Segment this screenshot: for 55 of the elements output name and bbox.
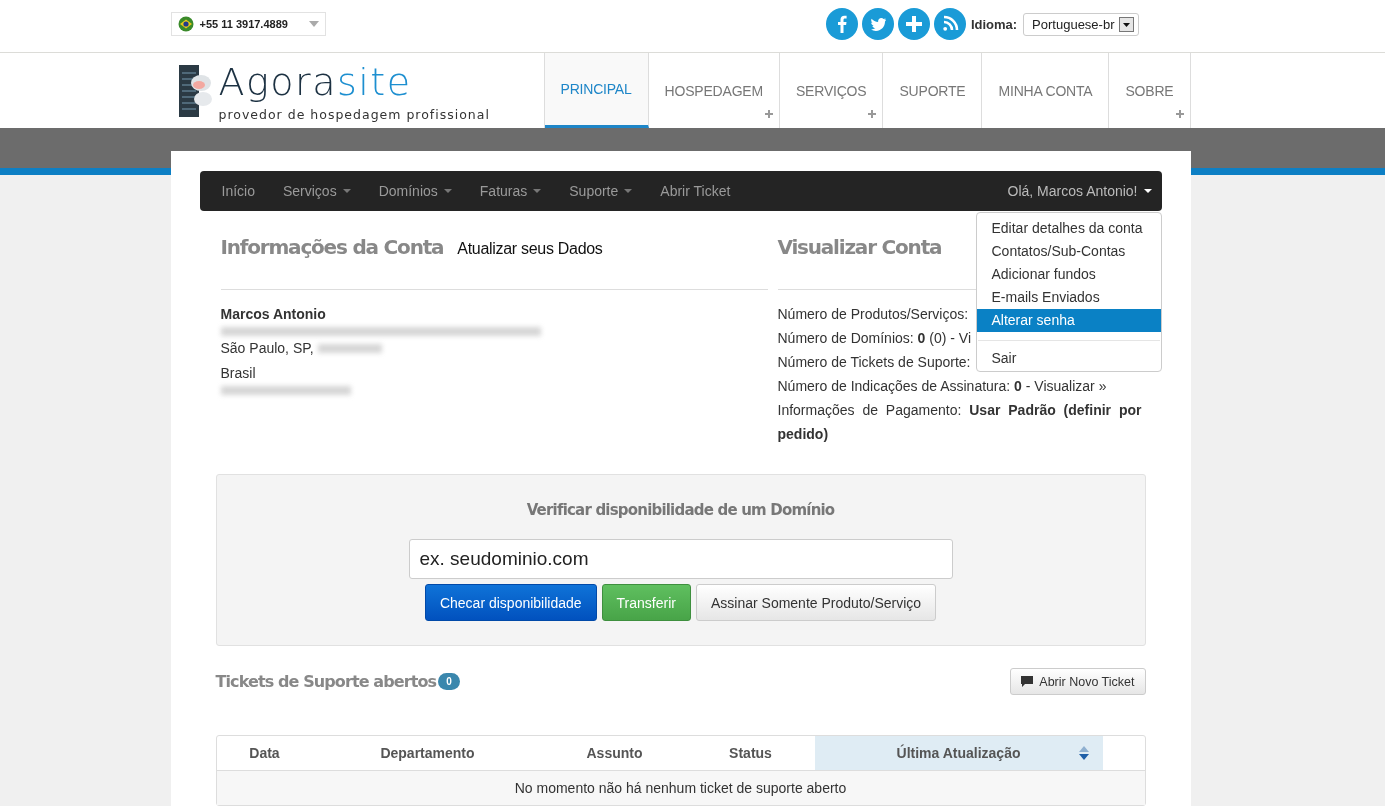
navbar-link[interactable]: Suporte <box>555 171 647 211</box>
server-rack-icon <box>176 62 213 119</box>
menu-item[interactable]: Sair <box>976 347 1161 370</box>
address-text: São Paulo, SP, <box>220 339 314 358</box>
phone-number: +55 11 3917.4889 <box>199 18 289 30</box>
update-link[interactable]: Atualizar seus Dados <box>457 240 603 258</box>
stat-text: Número de Tickets de Suporte: <box>777 354 971 370</box>
column-header[interactable]: Status <box>686 736 815 770</box>
count-badge: 0 <box>438 673 460 690</box>
menu-item[interactable]: E-mails Enviados <box>976 286 1161 309</box>
column-header[interactable]: Última Atualização <box>814 736 1103 770</box>
facebook-icon[interactable] <box>825 8 858 40</box>
dropdown-icon <box>1118 16 1134 32</box>
flag-icon <box>177 16 194 32</box>
address-text: Brasil <box>220 364 256 383</box>
navbar-link[interactable]: Início <box>207 171 269 211</box>
stat-text: Número de Indicações de Assinatura: 0 - Visualizar » <box>777 378 1107 394</box>
panel-title: Verificar disponibilidade de um Domínio <box>526 501 835 519</box>
language-label: Idioma: <box>970 16 1018 32</box>
user-menu-toggle[interactable]: Olá, Marcos Antonio! <box>993 171 1154 211</box>
empty-message: No momento não há nenhum ticket de suporte aberto <box>216 771 1145 805</box>
section-title: Informações da Conta <box>220 235 444 259</box>
menu-item[interactable]: Adicionar fundos <box>976 263 1161 286</box>
navbar-link[interactable]: Faturas <box>465 171 556 211</box>
menu-item[interactable]: Contatos/Sub-Contas <box>976 240 1161 263</box>
section-title: Visualizar Conta <box>777 235 942 259</box>
menu-item[interactable]: Alterar senha <box>976 309 1161 332</box>
phone-selector[interactable]: +55 11 3917.4889 <box>170 12 326 36</box>
customer-name: Marcos Antonio <box>220 305 327 324</box>
navbar-link[interactable]: Abrir Ticket <box>646 171 745 211</box>
new-ticket-button[interactable]: Abrir Novo Ticket <box>1010 668 1146 695</box>
tagline: provedor de hospedagem profissional <box>218 107 490 122</box>
action-button[interactable]: Checar disponibilidade <box>424 584 597 621</box>
section-title: Tickets de Suporte abertos <box>215 672 437 691</box>
brand-name: Agora site <box>218 59 413 105</box>
navbar-link[interactable]: Domínios <box>364 171 466 211</box>
plus-icon[interactable] <box>897 8 930 40</box>
sort-icon <box>1078 746 1089 760</box>
speech-bubble-icon <box>1021 676 1034 687</box>
domain-input[interactable]: ex. seudominio.com <box>408 539 953 579</box>
bird-icon[interactable] <box>861 8 894 40</box>
caret-icon <box>1143 189 1152 193</box>
stat-text: Informações de Pagamento: Usar Padrão (definir por pedido) <box>777 402 1142 442</box>
nav-tab[interactable]: PRINCIPAL <box>544 53 649 128</box>
stat-text: Número de Domínios: 0 (0) - Vi <box>777 330 971 346</box>
caret-icon <box>308 21 319 27</box>
rss-icon[interactable] <box>933 8 966 40</box>
navbar-link[interactable]: Serviços <box>268 171 365 211</box>
stat-text: Número de Produtos/Serviços: <box>777 306 969 322</box>
menu-item[interactable]: Editar detalhes da conta <box>976 217 1161 240</box>
language-select[interactable]: Portuguese-br <box>1023 12 1139 36</box>
column-header[interactable]: Data <box>216 736 313 770</box>
action-button[interactable]: Assinar Somente Produto/Serviço <box>695 584 937 621</box>
column-header[interactable]: Assunto <box>542 736 687 770</box>
column-header[interactable]: Departamento <box>312 736 543 770</box>
